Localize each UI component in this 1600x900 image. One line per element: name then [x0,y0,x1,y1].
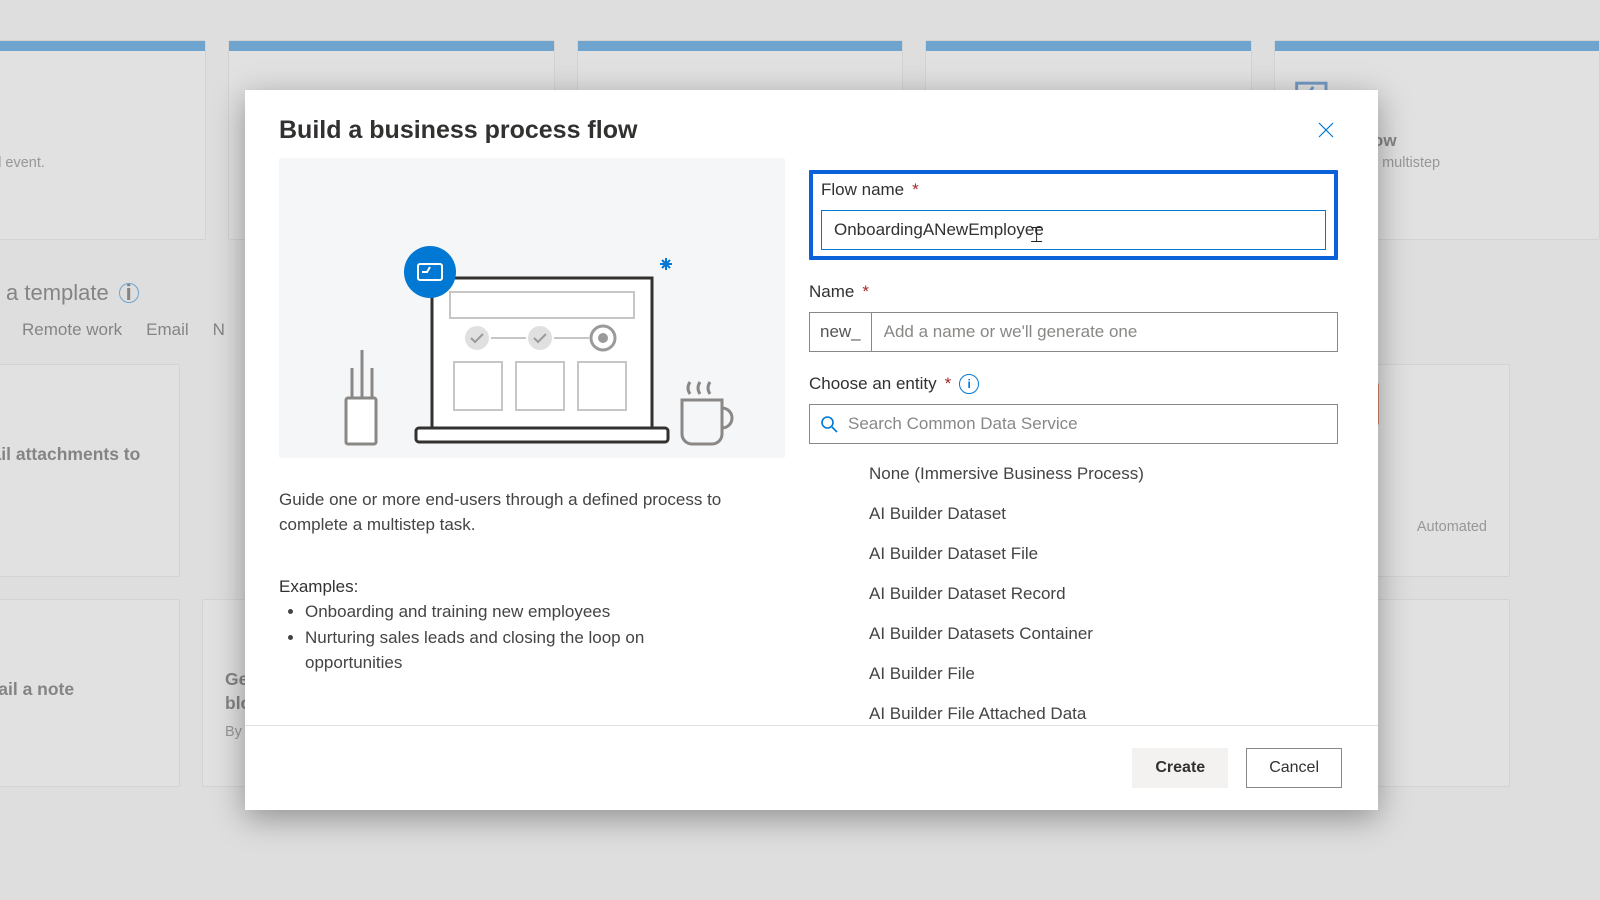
required-asterisk: * [945,374,952,394]
cancel-button[interactable]: Cancel [1246,748,1342,788]
name-prefix: new_ [810,313,872,351]
modal-form-panel: Flow name * Name * new_ Choose an entity… [785,158,1378,725]
flow-name-label: Flow name [821,180,904,200]
example-item: Onboarding and training new employees [305,599,745,625]
entity-list: None (Immersive Business Process) AI Bui… [809,454,1338,725]
modal-title: Build a business process flow [279,116,637,145]
close-button[interactable] [1308,112,1344,148]
flow-name-input[interactable] [821,210,1326,250]
create-button[interactable]: Create [1132,748,1228,788]
required-asterisk: * [912,180,919,200]
example-item: Nurturing sales leads and closing the lo… [305,625,745,676]
build-bpf-modal: Build a business process flow [245,90,1378,810]
modal-footer: Create Cancel [245,725,1378,810]
info-icon[interactable]: i [959,374,979,394]
modal-description: Guide one or more end-users through a de… [279,488,745,537]
examples-list: Onboarding and training new employees Nu… [305,599,745,676]
required-asterisk: * [862,282,869,302]
examples-heading: Examples: [279,577,745,597]
flow-name-field-highlighted: Flow name * [809,170,1338,260]
entity-search-input[interactable] [848,414,1337,434]
entity-option[interactable]: None (Immersive Business Process) [809,454,1338,494]
entity-label: Choose an entity [809,374,937,394]
name-input[interactable] [872,313,1337,351]
modal-left-panel: Guide one or more end-users through a de… [279,158,785,725]
entity-option[interactable]: AI Builder File Attached Data [809,694,1338,725]
entity-option[interactable]: AI Builder File [809,654,1338,694]
illustration [279,158,785,458]
entity-option[interactable]: AI Builder Dataset File [809,534,1338,574]
entity-option[interactable]: AI Builder Datasets Container [809,614,1338,654]
close-icon [1317,121,1335,139]
name-label: Name [809,282,854,302]
name-field: new_ [809,312,1338,352]
entity-search-field[interactable] [809,404,1338,444]
entity-option[interactable]: AI Builder Dataset [809,494,1338,534]
search-icon [820,415,838,433]
entity-option[interactable]: AI Builder Dataset Record [809,574,1338,614]
